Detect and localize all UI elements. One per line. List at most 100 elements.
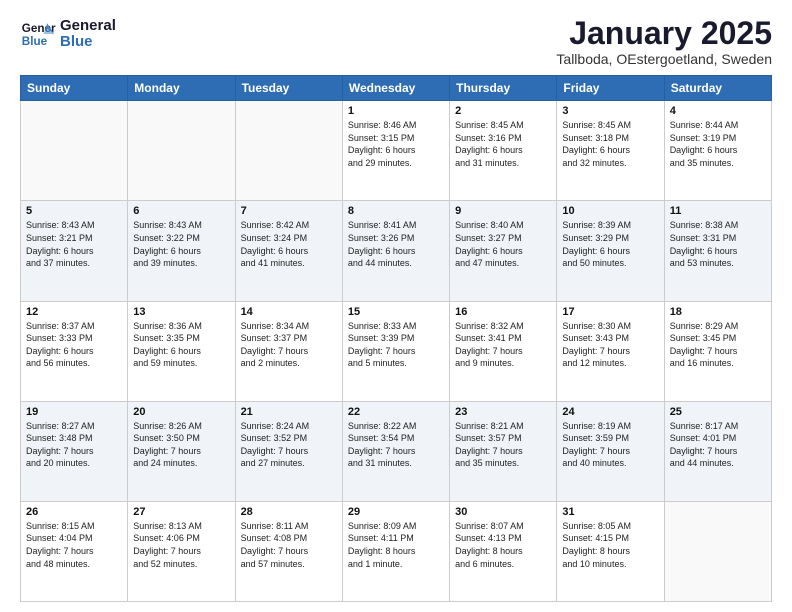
page: General Blue General Blue January 2025 T… <box>0 0 792 612</box>
day-number: 26 <box>26 506 122 518</box>
table-row: 27 Sunrise: 8:13 AM Sunset: 4:06 PM Dayli… <box>128 501 235 601</box>
day-number: 23 <box>455 406 551 418</box>
table-row: 6 Sunrise: 8:43 AM Sunset: 3:22 PM Daylig… <box>128 201 235 301</box>
day-number: 5 <box>26 205 122 217</box>
week-row: 19Sunrise: 8:27 AM Sunset: 3:48 PM Dayli… <box>21 401 772 501</box>
day-number: 30 <box>455 506 551 518</box>
day-info: Sunrise: 8:45 AM Sunset: 3:16 PM Dayligh… <box>455 119 551 169</box>
table-row: 21 Sunrise: 8:24 AM Sunset: 3:52 PM Dayli… <box>235 401 342 501</box>
day-number: 16 <box>455 306 551 318</box>
day-number: 11 <box>670 205 766 217</box>
header-row: Sunday Monday Tuesday Wednesday Thursday… <box>21 76 772 101</box>
calendar-table: Sunday Monday Tuesday Wednesday Thursday… <box>20 75 772 602</box>
day-info: Sunrise: 8:19 AM Sunset: 3:59 PM Dayligh… <box>562 420 658 470</box>
header: General Blue General Blue January 2025 T… <box>20 16 772 67</box>
day-info: Sunrise: 8:40 AM Sunset: 3:27 PM Dayligh… <box>455 219 551 269</box>
day-number: 31 <box>562 506 658 518</box>
day-info: Sunrise: 8:34 AM Sunset: 3:37 PM Dayligh… <box>241 320 337 370</box>
day-number: 25 <box>670 406 766 418</box>
month-title: January 2025 <box>556 16 772 51</box>
day-number: 13 <box>133 306 229 318</box>
col-tuesday: Tuesday <box>235 76 342 101</box>
week-row: 26 Sunrise: 8:15 AM Sunset: 4:04 PM Dayli… <box>21 501 772 601</box>
col-sunday: Sunday <box>21 76 128 101</box>
table-row: 3Sunrise: 8:45 AM Sunset: 3:18 PM Daylig… <box>557 101 664 201</box>
location-subtitle: Tallboda, OEstergoetland, Sweden <box>556 51 772 67</box>
col-friday: Friday <box>557 76 664 101</box>
day-number: 8 <box>348 205 444 217</box>
table-row: 28 Sunrise: 8:11 AM Sunset: 4:08 PM Dayli… <box>235 501 342 601</box>
col-wednesday: Wednesday <box>342 76 449 101</box>
day-info: Sunrise: 8:15 AM Sunset: 4:04 PM Dayligh… <box>26 520 122 570</box>
table-row: 19Sunrise: 8:27 AM Sunset: 3:48 PM Dayli… <box>21 401 128 501</box>
day-info: Sunrise: 8:39 AM Sunset: 3:29 PM Dayligh… <box>562 219 658 269</box>
day-info: Sunrise: 8:38 AM Sunset: 3:31 PM Dayligh… <box>670 219 766 269</box>
table-row: 10 Sunrise: 8:39 AM Sunset: 3:29 PM Dayli… <box>557 201 664 301</box>
table-row: 1 Sunrise: 8:46 AM Sunset: 3:15 PM Daylig… <box>342 101 449 201</box>
day-info: Sunrise: 8:26 AM Sunset: 3:50 PM Dayligh… <box>133 420 229 470</box>
day-number: 29 <box>348 506 444 518</box>
day-info: Sunrise: 8:37 AM Sunset: 3:33 PM Dayligh… <box>26 320 122 370</box>
table-row: 9 Sunrise: 8:40 AM Sunset: 3:27 PM Daylig… <box>450 201 557 301</box>
day-info: Sunrise: 8:42 AM Sunset: 3:24 PM Dayligh… <box>241 219 337 269</box>
table-row: 23 Sunrise: 8:21 AM Sunset: 3:57 PM Dayli… <box>450 401 557 501</box>
col-monday: Monday <box>128 76 235 101</box>
table-row: 7 Sunrise: 8:42 AM Sunset: 3:24 PM Daylig… <box>235 201 342 301</box>
day-number: 6 <box>133 205 229 217</box>
table-row <box>235 101 342 201</box>
day-info: Sunrise: 8:44 AM Sunset: 3:19 PM Dayligh… <box>670 119 766 169</box>
table-row: 30 Sunrise: 8:07 AM Sunset: 4:13 PM Dayli… <box>450 501 557 601</box>
day-number: 28 <box>241 506 337 518</box>
day-number: 1 <box>348 105 444 117</box>
table-row: 4 Sunrise: 8:44 AM Sunset: 3:19 PM Daylig… <box>664 101 771 201</box>
day-number: 3 <box>562 105 658 117</box>
table-row <box>664 501 771 601</box>
week-row: 12Sunrise: 8:37 AM Sunset: 3:33 PM Dayli… <box>21 301 772 401</box>
table-row: 22 Sunrise: 8:22 AM Sunset: 3:54 PM Dayli… <box>342 401 449 501</box>
logo-icon: General Blue <box>20 16 56 52</box>
day-info: Sunrise: 8:32 AM Sunset: 3:41 PM Dayligh… <box>455 320 551 370</box>
day-number: 21 <box>241 406 337 418</box>
day-number: 4 <box>670 105 766 117</box>
logo-blue: Blue <box>60 34 116 51</box>
day-number: 27 <box>133 506 229 518</box>
day-number: 9 <box>455 205 551 217</box>
day-number: 17 <box>562 306 658 318</box>
logo: General Blue General Blue <box>20 16 116 52</box>
day-number: 18 <box>670 306 766 318</box>
day-info: Sunrise: 8:22 AM Sunset: 3:54 PM Dayligh… <box>348 420 444 470</box>
day-info: Sunrise: 8:43 AM Sunset: 3:22 PM Dayligh… <box>133 219 229 269</box>
day-info: Sunrise: 8:33 AM Sunset: 3:39 PM Dayligh… <box>348 320 444 370</box>
day-info: Sunrise: 8:11 AM Sunset: 4:08 PM Dayligh… <box>241 520 337 570</box>
table-row: 12Sunrise: 8:37 AM Sunset: 3:33 PM Dayli… <box>21 301 128 401</box>
day-number: 20 <box>133 406 229 418</box>
day-info: Sunrise: 8:46 AM Sunset: 3:15 PM Dayligh… <box>348 119 444 169</box>
day-info: Sunrise: 8:05 AM Sunset: 4:15 PM Dayligh… <box>562 520 658 570</box>
day-info: Sunrise: 8:36 AM Sunset: 3:35 PM Dayligh… <box>133 320 229 370</box>
table-row: 5Sunrise: 8:43 AM Sunset: 3:21 PM Daylig… <box>21 201 128 301</box>
table-row: 2 Sunrise: 8:45 AM Sunset: 3:16 PM Daylig… <box>450 101 557 201</box>
day-number: 24 <box>562 406 658 418</box>
table-row: 11 Sunrise: 8:38 AM Sunset: 3:31 PM Dayli… <box>664 201 771 301</box>
day-info: Sunrise: 8:07 AM Sunset: 4:13 PM Dayligh… <box>455 520 551 570</box>
svg-text:Blue: Blue <box>22 35 48 48</box>
day-info: Sunrise: 8:29 AM Sunset: 3:45 PM Dayligh… <box>670 320 766 370</box>
col-thursday: Thursday <box>450 76 557 101</box>
day-info: Sunrise: 8:17 AM Sunset: 4:01 PM Dayligh… <box>670 420 766 470</box>
table-row: 25 Sunrise: 8:17 AM Sunset: 4:01 PM Dayli… <box>664 401 771 501</box>
table-row: 16 Sunrise: 8:32 AM Sunset: 3:41 PM Dayli… <box>450 301 557 401</box>
day-number: 10 <box>562 205 658 217</box>
table-row <box>128 101 235 201</box>
day-info: Sunrise: 8:30 AM Sunset: 3:43 PM Dayligh… <box>562 320 658 370</box>
day-number: 2 <box>455 105 551 117</box>
table-row: 31 Sunrise: 8:05 AM Sunset: 4:15 PM Dayli… <box>557 501 664 601</box>
table-row <box>21 101 128 201</box>
day-info: Sunrise: 8:24 AM Sunset: 3:52 PM Dayligh… <box>241 420 337 470</box>
table-row: 8Sunrise: 8:41 AM Sunset: 3:26 PM Daylig… <box>342 201 449 301</box>
day-info: Sunrise: 8:21 AM Sunset: 3:57 PM Dayligh… <box>455 420 551 470</box>
logo-general: General <box>60 18 116 35</box>
day-number: 7 <box>241 205 337 217</box>
day-number: 22 <box>348 406 444 418</box>
day-info: Sunrise: 8:09 AM Sunset: 4:11 PM Dayligh… <box>348 520 444 570</box>
day-info: Sunrise: 8:13 AM Sunset: 4:06 PM Dayligh… <box>133 520 229 570</box>
